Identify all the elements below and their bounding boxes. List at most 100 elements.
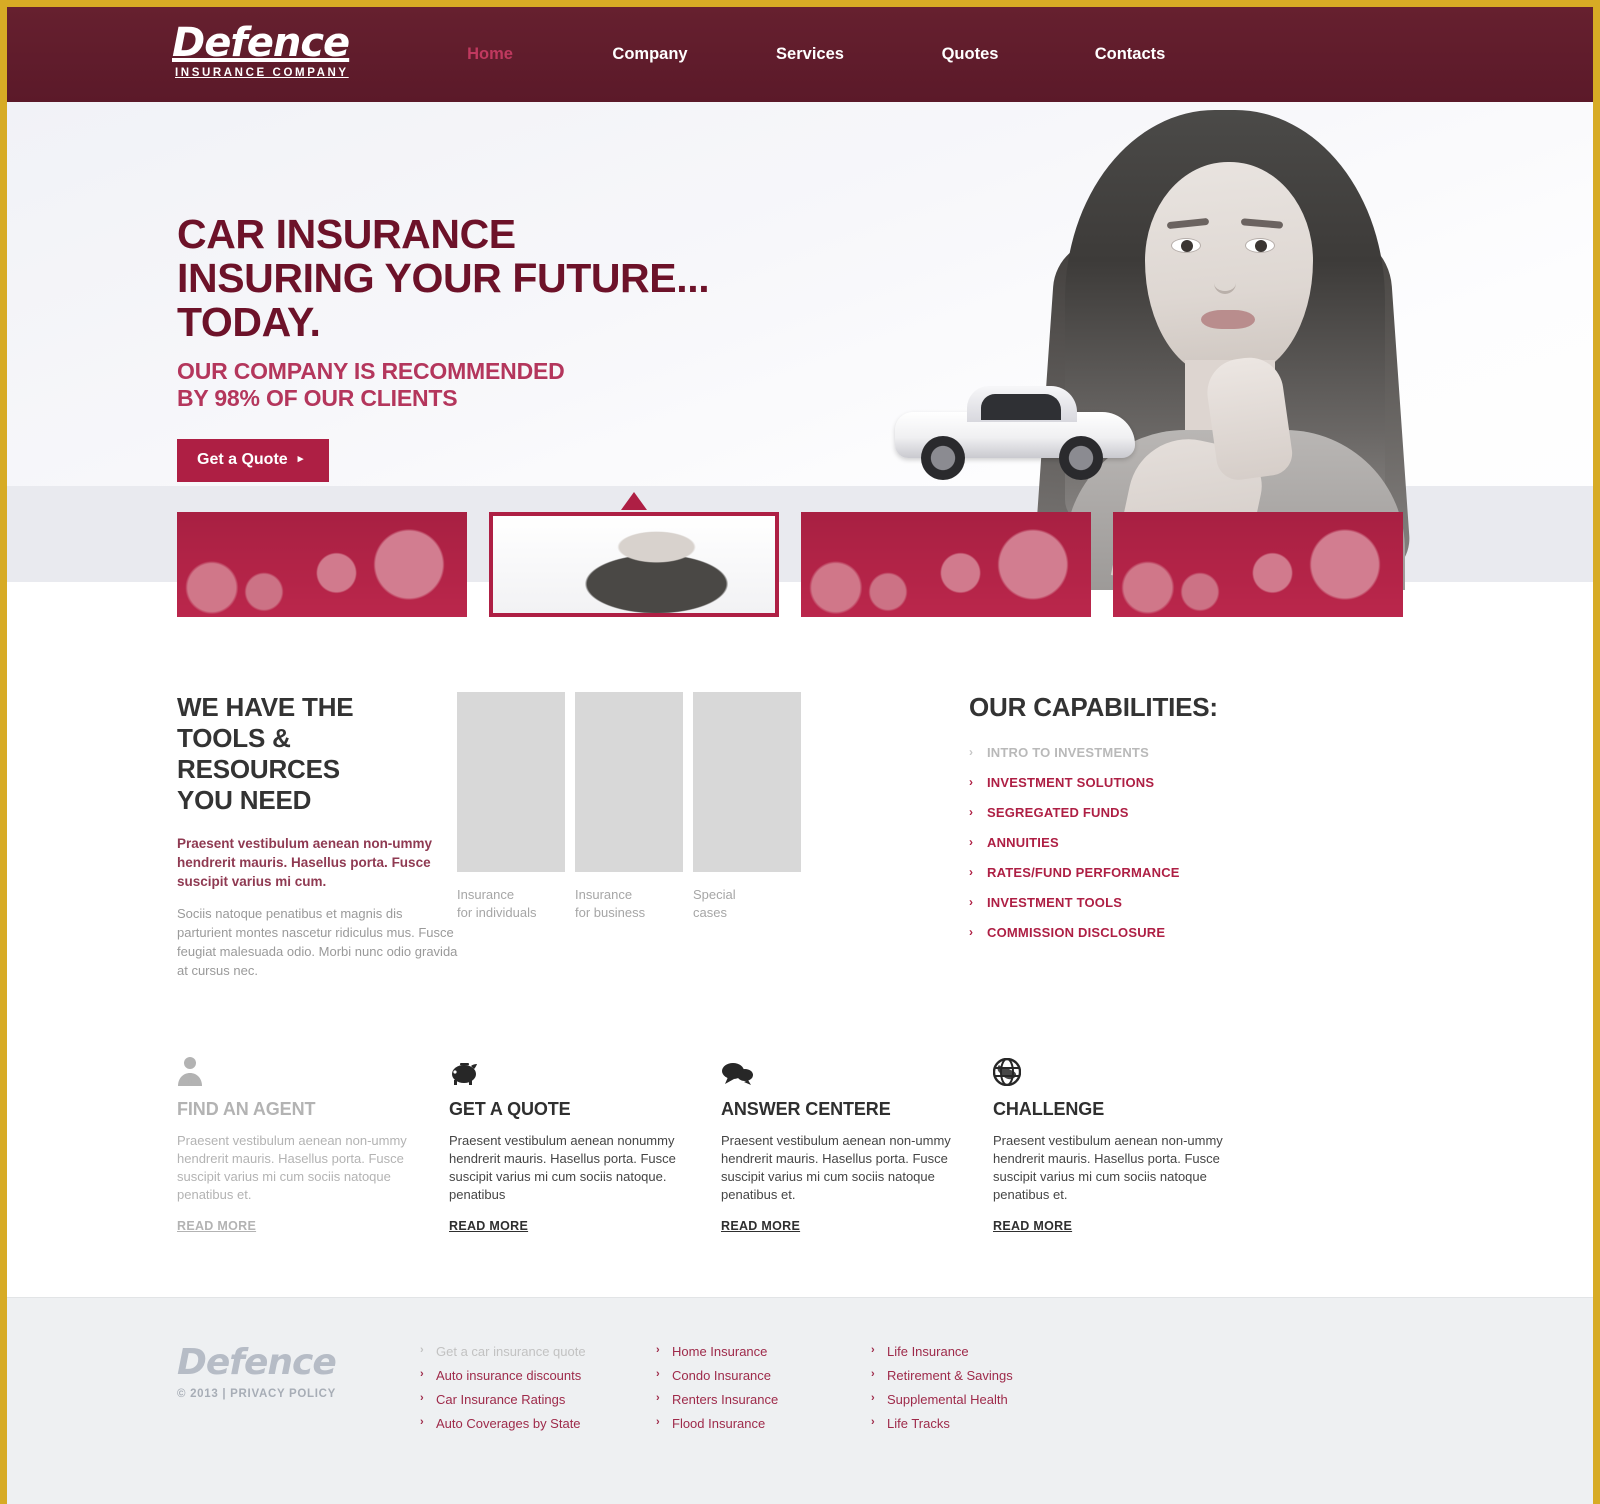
- footer-col-auto: › Get a car insurance quote › Auto insur…: [420, 1344, 656, 1440]
- globe-icon: [993, 1052, 1229, 1086]
- hero-subtitle: OUR COMPANY IS RECOMMENDED BY 98% OF OUR…: [177, 358, 709, 412]
- tools-body-paragraph: Sociis natoque penatibus et magnis dis p…: [177, 906, 458, 978]
- slider-thumb-4[interactable]: [1113, 512, 1403, 617]
- chevron-right-icon: ›: [969, 895, 974, 909]
- capability-label[interactable]: INVESTMENT TOOLS: [987, 895, 1122, 910]
- footer-link-item[interactable]: › Auto Coverages by State: [420, 1416, 656, 1431]
- chevron-right-icon: ›: [420, 1416, 424, 1428]
- capabilities-title: OUR CAPABILITIES:: [969, 692, 1218, 722]
- arrow-right-icon: ▸: [297, 453, 304, 465]
- capability-label[interactable]: INVESTMENT SOLUTIONS: [987, 775, 1154, 790]
- nav-item-company[interactable]: Company: [570, 45, 730, 64]
- footer-link-label[interactable]: Condo Insurance: [672, 1368, 771, 1383]
- photo-special-cases: [693, 692, 801, 872]
- get-a-quote-button[interactable]: Get a Quote ▸: [177, 439, 330, 482]
- footer-link-label[interactable]: Renters Insurance: [672, 1392, 778, 1407]
- footer-link-item[interactable]: › Life Insurance: [871, 1344, 1086, 1359]
- service-photo-individuals[interactable]: Insurance for individuals: [457, 692, 565, 922]
- chevron-right-icon: ›: [969, 805, 974, 819]
- chevron-right-icon: ›: [420, 1344, 424, 1356]
- nav-item-contacts[interactable]: Contacts: [1050, 45, 1210, 64]
- footer-link-label[interactable]: Life Tracks: [887, 1416, 950, 1431]
- slider-thumb-1[interactable]: [177, 512, 467, 617]
- footer-link-label[interactable]: Car Insurance Ratings: [436, 1392, 565, 1407]
- caption-line-1: Special: [693, 887, 736, 902]
- copyright-text: © 2013 |: [177, 1388, 227, 1400]
- footer-link-label[interactable]: Home Insurance: [672, 1344, 767, 1359]
- capability-label[interactable]: COMMISSION DISCLOSURE: [987, 925, 1165, 940]
- chevron-right-icon: ›: [969, 775, 974, 789]
- capability-item-intro-to-investments[interactable]: › INTRO TO INVESTMENTS: [969, 745, 1269, 760]
- feature-title: ANSWER CENTERE: [721, 1099, 891, 1119]
- chevron-right-icon: ›: [871, 1392, 875, 1404]
- hero-subtitle-line-2: BY 98% OF OUR CLIENTS: [177, 385, 458, 411]
- hero-title-line-1: CAR INSURANCE: [177, 211, 516, 257]
- footer-link-item[interactable]: › Supplemental Health: [871, 1392, 1086, 1407]
- footer-link-label[interactable]: Retirement & Savings: [887, 1368, 1013, 1383]
- chevron-right-icon: ›: [656, 1344, 660, 1356]
- feature-text: Praesent vestibulum aenean non-ummy hend…: [177, 1133, 407, 1202]
- capability-label[interactable]: ANNUITIES: [987, 835, 1059, 850]
- feature-title: FIND AN AGENT: [177, 1099, 316, 1119]
- footer-link-label[interactable]: Flood Insurance: [672, 1416, 765, 1431]
- privacy-policy-link[interactable]: PRIVACY POLICY: [230, 1388, 336, 1400]
- chevron-right-icon: ›: [420, 1392, 424, 1404]
- footer-link-item[interactable]: › Home Insurance: [656, 1344, 871, 1359]
- tools-title-line-2: TOOLS & RESOURCES: [177, 723, 340, 784]
- read-more-link[interactable]: READ MORE: [721, 1219, 800, 1233]
- nav-item-services[interactable]: Services: [730, 45, 890, 64]
- capability-item-segregated-funds[interactable]: › SEGREGATED FUNDS: [969, 805, 1269, 820]
- footer-link-item[interactable]: › Get a car insurance quote: [420, 1344, 656, 1359]
- chevron-right-icon: ›: [969, 745, 974, 759]
- footer-brand: Defence © 2013 | PRIVACY POLICY: [177, 1344, 420, 1440]
- capabilities-block: OUR CAPABILITIES: › INTRO TO INVESTMENTS…: [969, 692, 1269, 980]
- feature-card-find-an-agent[interactable]: FIND AN AGENT Praesent vestibulum aenean…: [177, 1052, 413, 1235]
- capability-item-investment-tools[interactable]: › INVESTMENT TOOLS: [969, 895, 1269, 910]
- capability-item-commission-disclosure[interactable]: › COMMISSION DISCLOSURE: [969, 925, 1269, 940]
- capability-label[interactable]: RATES/FUND PERFORMANCE: [987, 865, 1180, 880]
- footer-link-label[interactable]: Get a car insurance quote: [436, 1344, 586, 1359]
- footer-link-label[interactable]: Auto Coverages by State: [436, 1416, 581, 1431]
- footer-link-item[interactable]: › Condo Insurance: [656, 1368, 871, 1383]
- footer-link-item[interactable]: › Retirement & Savings: [871, 1368, 1086, 1383]
- hero-slider: CAR INSURANCE INSURING YOUR FUTURE... TO…: [7, 102, 1593, 617]
- feature-card-challenge[interactable]: CHALLENGE Praesent vestibulum aenean non…: [993, 1052, 1229, 1235]
- read-more-link[interactable]: READ MORE: [449, 1219, 528, 1233]
- feature-card-get-a-quote[interactable]: GET A QUOTE Praesent vestibulum aenean n…: [449, 1052, 685, 1235]
- footer-link-label[interactable]: Life Insurance: [887, 1344, 969, 1359]
- footer-link-label[interactable]: Auto insurance discounts: [436, 1368, 581, 1383]
- service-photo-special-cases[interactable]: Special cases: [693, 692, 801, 922]
- nav-item-home[interactable]: Home: [410, 45, 570, 64]
- nav-item-quotes[interactable]: Quotes: [890, 45, 1050, 64]
- site-footer: Defence © 2013 | PRIVACY POLICY › Get a …: [7, 1297, 1593, 1504]
- feature-card-answer-centere[interactable]: ANSWER CENTERE Praesent vestibulum aenea…: [721, 1052, 957, 1235]
- footer-link-label[interactable]: Supplemental Health: [887, 1392, 1008, 1407]
- capability-item-rates-fund-performance[interactable]: › RATES/FUND PERFORMANCE: [969, 865, 1269, 880]
- footer-copyright: © 2013 | PRIVACY POLICY: [177, 1388, 420, 1400]
- main-content: WE HAVE THE TOOLS & RESOURCES YOU NEED P…: [160, 582, 1440, 1235]
- page-root: Defence INSURANCE COMPANY Home Company S…: [0, 0, 1600, 1504]
- slider-thumb-3[interactable]: [801, 512, 1091, 617]
- read-more-link[interactable]: READ MORE: [993, 1219, 1072, 1233]
- slider-thumb-2[interactable]: [489, 492, 779, 617]
- capability-item-annuities[interactable]: › ANNUITIES: [969, 835, 1269, 850]
- service-photos-block: Insurance for individuals Insurance for …: [457, 692, 877, 980]
- service-photo-business[interactable]: Insurance for business: [575, 692, 683, 922]
- chevron-right-icon: ›: [656, 1416, 660, 1428]
- footer-link-item[interactable]: › Renters Insurance: [656, 1392, 871, 1407]
- photo-insurance-for-individuals: [457, 692, 565, 872]
- footer-link-item[interactable]: › Flood Insurance: [656, 1416, 871, 1431]
- logo-tagline: INSURANCE COMPANY: [175, 67, 349, 79]
- footer-link-item[interactable]: › Life Tracks: [871, 1416, 1086, 1431]
- footer-link-item[interactable]: › Auto insurance discounts: [420, 1368, 656, 1383]
- site-logo[interactable]: Defence INSURANCE COMPANY: [172, 21, 350, 79]
- footer-link-item[interactable]: › Car Insurance Ratings: [420, 1392, 656, 1407]
- service-photo-caption: Insurance for business: [575, 886, 683, 922]
- service-photo-caption: Insurance for individuals: [457, 886, 565, 922]
- capability-label[interactable]: INTRO TO INVESTMENTS: [987, 745, 1149, 760]
- capability-label[interactable]: SEGREGATED FUNDS: [987, 805, 1129, 820]
- service-photo-caption: Special cases: [693, 886, 801, 922]
- tools-title: WE HAVE THE TOOLS & RESOURCES YOU NEED: [177, 692, 460, 816]
- read-more-link[interactable]: READ MORE: [177, 1219, 256, 1233]
- capability-item-investment-solutions[interactable]: › INVESTMENT SOLUTIONS: [969, 775, 1269, 790]
